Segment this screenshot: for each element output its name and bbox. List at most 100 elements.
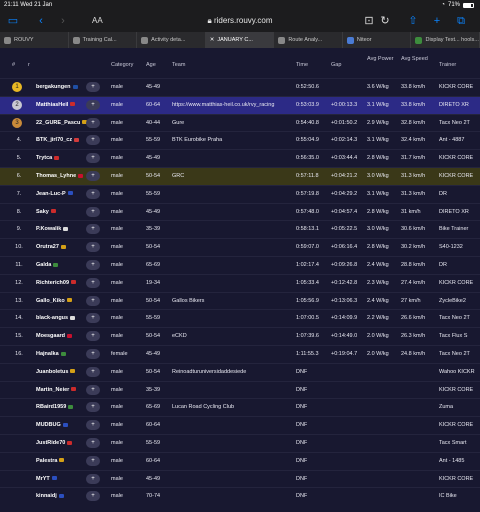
- follow-rider-icon[interactable]: +: [86, 455, 100, 466]
- table-row[interactable]: 11. Galda + male 65-69 1:02:17.4 +0:09:26.8 2.4…: [0, 256, 480, 274]
- follow-rider-icon[interactable]: +: [86, 260, 100, 270]
- tab-rouvy[interactable]: ROUVY: [0, 32, 69, 48]
- extension-icon[interactable]: ⊡: [362, 14, 376, 28]
- tab-training-calendar[interactable]: Training Cal...: [69, 32, 138, 48]
- rider-name[interactable]: Richterich09: [36, 280, 77, 286]
- table-row[interactable]: kinnaidj + male 70-74 DNF IC Bike: [0, 487, 480, 505]
- rider-name[interactable]: Saky: [36, 209, 56, 215]
- rider-name[interactable]: Martin_Neier: [36, 387, 77, 393]
- tabs-overview-icon[interactable]: ⧉: [454, 14, 468, 28]
- finish-time: 0:57:48.0: [296, 208, 319, 215]
- rider-name[interactable]: Trytca: [36, 155, 60, 161]
- rider-name[interactable]: BTK_jirl70_cz: [36, 137, 80, 143]
- rider-name[interactable]: Palestra: [36, 458, 65, 464]
- follow-rider-icon[interactable]: +: [86, 491, 100, 502]
- reader-aa-button[interactable]: AA: [92, 14, 103, 28]
- sidebar-icon[interactable]: ▭: [6, 14, 20, 28]
- rider-name[interactable]: Jean-Luc-P: [36, 191, 73, 197]
- follow-rider-icon[interactable]: +: [86, 313, 100, 324]
- forward-icon[interactable]: ›: [56, 14, 70, 28]
- table-row[interactable]: 4. BTK_jirl70_cz + male 55-59 BTK Eurobike Pr…: [0, 131, 480, 149]
- rider-name[interactable]: MrYT: [36, 476, 57, 482]
- rider-name[interactable]: MUDBUG: [36, 422, 68, 428]
- follow-rider-icon[interactable]: +: [86, 242, 100, 253]
- follow-rider-icon[interactable]: +: [86, 295, 100, 306]
- tab-route-analysis[interactable]: Route Analy...: [274, 32, 343, 48]
- tab-january-challenge[interactable]: ✕ JANUARY C...: [205, 32, 275, 48]
- follow-rider-icon[interactable]: +: [86, 153, 100, 164]
- follow-rider-icon[interactable]: +: [86, 438, 100, 448]
- follow-rider-icon[interactable]: +: [86, 135, 100, 146]
- table-row[interactable]: 3 22_GURE_Pascu + male 40-44 Gure 0:54:40.8 +0:…: [0, 113, 480, 132]
- rider-name[interactable]: 22_GURE_Pascu: [36, 120, 88, 126]
- follow-rider-icon[interactable]: +: [86, 171, 100, 181]
- follow-rider-icon[interactable]: +: [86, 331, 100, 342]
- rider-name[interactable]: kinnaidj: [36, 493, 64, 499]
- rider-name[interactable]: bergakungen: [36, 84, 78, 90]
- reload-icon[interactable]: ↻: [378, 14, 392, 28]
- rider-name[interactable]: P.Kowalik: [36, 226, 69, 232]
- table-row[interactable]: JustRide70 + male 55-59 DNF Tacx Smart: [0, 434, 480, 452]
- address-bar[interactable]: 🔒︎ riders.rouvy.com: [180, 14, 300, 28]
- table-row[interactable]: MrYT + male 45-49 DNF KICKR CORE: [0, 469, 480, 488]
- tab-niteor[interactable]: Niteor: [343, 32, 412, 48]
- finish-time: 1:11:55.3: [296, 351, 319, 357]
- table-row[interactable]: 7. Jean-Luc-P + male 55-59 0:57:19.8 +0:04:29.…: [0, 184, 480, 203]
- table-row[interactable]: 16. Hajnalka + female 45-49 1:11:55.3 +0:19:04…: [0, 345, 480, 363]
- rider-name[interactable]: black-angus: [36, 315, 76, 321]
- follow-rider-icon[interactable]: +: [86, 473, 100, 484]
- status-bar: 21:11 Wed 21 Jan ◔ 71%: [0, 0, 480, 10]
- table-row[interactable]: MUDBUG + male 60-64 DNF KICKR CORE: [0, 416, 480, 434]
- gap: +0:04:29.2: [331, 190, 358, 197]
- table-row[interactable]: 5. Trytca + male 45-49 0:56:35.0 +0:03:44.4 2.8…: [0, 149, 480, 167]
- follow-rider-icon[interactable]: +: [86, 420, 100, 431]
- leaderboard: # r Category Age Team Time Gap Avg Power…: [0, 48, 480, 512]
- table-row[interactable]: 1 bergakungen + male 45-49 0:52:50.6 3.6 W/kg 3…: [0, 78, 480, 96]
- follow-rider-icon[interactable]: +: [86, 206, 100, 217]
- follow-rider-icon[interactable]: +: [86, 82, 100, 92]
- team: Gallos Bikers: [172, 297, 205, 304]
- table-row[interactable]: 6. Thomas_Lyhne + male 50-54 GRC 0:57:11.8 +0:0…: [0, 167, 480, 185]
- favicon-icon: [415, 36, 423, 44]
- tab-display-text[interactable]: Display Text... hools...: [411, 32, 480, 48]
- tab-activity-details[interactable]: Activity deta...: [137, 32, 206, 48]
- rider-name[interactable]: Hajnalka: [36, 351, 66, 357]
- table-row[interactable]: 2 MatthiasHeil + male 60-64 https://www.matth…: [0, 95, 480, 114]
- browser-toolbar: ▭ ‹ › AA 🔒︎ riders.rouvy.com ⊡ ↻ ⇧ + ⧉: [0, 10, 480, 32]
- follow-rider-icon[interactable]: +: [86, 277, 100, 288]
- table-row[interactable]: 8. Saky + male 45-49 0:57:48.0 +0:04:57.4 2.8 W…: [0, 202, 480, 221]
- follow-rider-icon[interactable]: +: [86, 366, 100, 377]
- table-row[interactable]: RBaird1959 + male 65-69 Lucan Road Cycling C…: [0, 398, 480, 416]
- follow-rider-icon[interactable]: +: [86, 402, 100, 413]
- new-tab-icon[interactable]: +: [430, 14, 444, 28]
- rider-name[interactable]: Orutra27: [36, 244, 66, 250]
- table-row[interactable]: Juanboletus + male 50-54 Reinoadturuniversid…: [0, 362, 480, 381]
- table-row[interactable]: 10. Orutra27 + male 50-54 0:59:07.0 +0:06:16.4…: [0, 238, 480, 256]
- share-icon[interactable]: ⇧: [406, 14, 420, 28]
- rider-name[interactable]: Thomas_Lyhne: [36, 173, 84, 179]
- rider-name[interactable]: Juanboletus: [36, 369, 76, 375]
- table-row[interactable]: 12. Richterich09 + male 19-34 1:05:33.4 +0:12:…: [0, 273, 480, 292]
- finish-time: 1:02:17.4: [296, 262, 319, 268]
- follow-rider-icon[interactable]: +: [86, 349, 100, 359]
- follow-rider-icon[interactable]: +: [86, 117, 100, 128]
- rider-name[interactable]: RBaird1959: [36, 404, 74, 410]
- table-row[interactable]: Martin_Neier + male 35-39 DNF KICKR CORE: [0, 380, 480, 399]
- follow-rider-icon[interactable]: +: [86, 99, 100, 110]
- rider-name[interactable]: Moesgaard: [36, 333, 73, 339]
- rider-name[interactable]: Galda: [36, 262, 59, 268]
- table-row[interactable]: 14. black-angus + male 55-59 1:07:00.5 +0:14:0…: [0, 309, 480, 327]
- close-tab-icon[interactable]: ✕: [210, 37, 215, 43]
- follow-rider-icon[interactable]: +: [86, 188, 100, 199]
- table-row[interactable]: 13. Gallo_Kiko + male 50-54 Gallos Bikers 1:05…: [0, 291, 480, 310]
- follow-rider-icon[interactable]: +: [86, 384, 100, 395]
- table-row[interactable]: 9. P.Kowalik + male 35-39 0:58:13.1 +0:05:22.5…: [0, 220, 480, 238]
- table-row[interactable]: Palestra + male 60-64 DNF Ant - 1485: [0, 451, 480, 470]
- table-row[interactable]: 15. Moesgaard + male 50-54 eCKD 1:07:39.6 +0:14…: [0, 327, 480, 345]
- rider-name[interactable]: MatthiasHeil: [36, 102, 76, 108]
- follow-rider-icon[interactable]: +: [86, 224, 100, 235]
- rider-name[interactable]: Gallo_Kiko: [36, 298, 72, 304]
- back-icon[interactable]: ‹: [34, 14, 48, 28]
- age-group: 45-49: [146, 84, 161, 90]
- rider-name[interactable]: JustRide70: [36, 440, 73, 446]
